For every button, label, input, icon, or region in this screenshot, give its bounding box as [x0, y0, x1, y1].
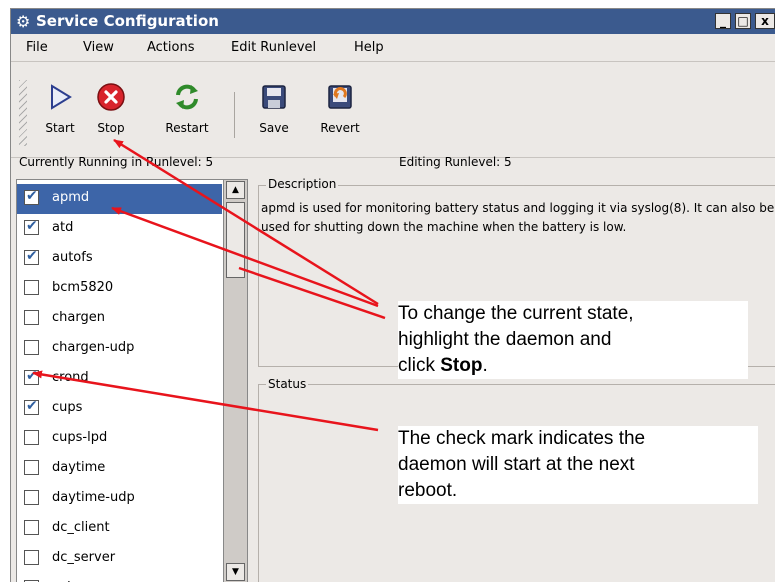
annotation-arrows — [32, 138, 386, 432]
arrow-to-checkmark — [32, 370, 379, 432]
arrow-line-to-callout — [238, 266, 386, 320]
